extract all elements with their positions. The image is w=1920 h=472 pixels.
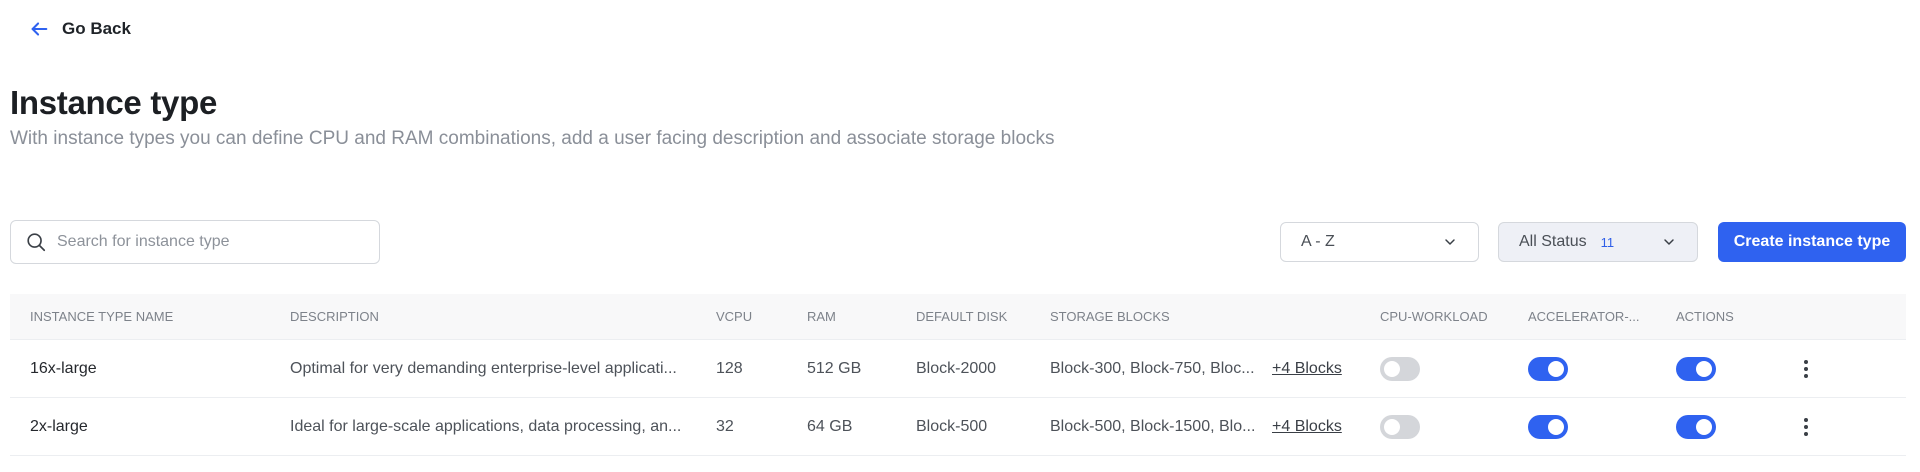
accelerator-cell [1528,357,1648,386]
search-icon [27,233,46,252]
toggle-knob [1384,361,1400,377]
instance-name: 16x-large [30,359,97,377]
column-header-default-disk[interactable]: DEFAULT DISK [916,309,1036,324]
cpu-workload-toggle[interactable] [1380,415,1420,439]
cpu-workload-cell [1380,357,1500,386]
table-row[interactable]: 2x-large Ideal for large-scale applicati… [10,398,1906,456]
toggle-knob [1548,419,1564,435]
instance-storage-blocks: Block-300, Block-750, Bloc... [1050,359,1255,377]
row-menu-cell [1796,357,1826,381]
instance-name: 2x-large [30,417,88,435]
column-header-description[interactable]: DESCRIPTION [290,309,690,324]
column-header-vcpu[interactable]: VCPU [716,309,796,324]
column-header-ram[interactable]: RAM [807,309,897,324]
kebab-menu-icon[interactable] [1796,357,1816,381]
instance-description: Optimal for very demanding enterprise-le… [290,359,677,377]
sort-select-value: A - Z [1301,233,1335,250]
more-blocks-link[interactable]: +4 Blocks [1272,418,1352,436]
go-back-button[interactable]: Go Back [28,18,131,40]
chevron-down-icon [1445,239,1455,245]
instance-type-table: INSTANCE TYPE NAME DESCRIPTION VCPU RAM … [10,294,1906,456]
instance-vcpu: 32 [716,417,734,435]
column-header-name[interactable]: INSTANCE TYPE NAME [30,309,270,324]
actions-cell [1676,415,1776,444]
toggle-knob [1384,419,1400,435]
column-header-accelerator[interactable]: ACCELERATOR-... [1528,309,1648,324]
instance-default-disk: Block-2000 [916,359,997,377]
column-header-storage-blocks[interactable]: STORAGE BLOCKS [1050,309,1262,324]
toggle-knob [1696,419,1712,435]
cpu-workload-cell [1380,415,1500,444]
instance-type-page: Go Back Instance type With instance type… [0,0,1920,472]
instance-storage-blocks: Block-500, Block-1500, Blo... [1050,417,1256,435]
enabled-toggle[interactable] [1676,415,1716,439]
column-header-actions: ACTIONS [1676,309,1734,324]
create-instance-type-button[interactable]: Create instance type [1718,222,1906,262]
kebab-menu-icon[interactable] [1796,415,1816,439]
table-row[interactable]: 16x-large Optimal for very demanding ent… [10,340,1906,398]
status-filter-value: All Status 11 [1519,233,1614,251]
instance-vcpu: 128 [716,359,743,377]
chevron-down-icon [1664,239,1674,245]
status-filter-select[interactable]: All Status 11 [1498,222,1698,262]
arrow-left-icon [31,22,48,36]
accelerator-toggle[interactable] [1528,357,1568,381]
page-subtitle: With instance types you can define CPU a… [10,128,1055,149]
instance-ram: 64 GB [807,417,853,435]
actions-cell [1676,357,1776,386]
instance-default-disk: Block-500 [916,417,988,435]
sort-select[interactable]: A - Z [1280,222,1479,262]
accelerator-cell [1528,415,1648,444]
status-count-badge: 11 [1600,234,1615,250]
cpu-workload-toggle[interactable] [1380,357,1420,381]
go-back-label: Go Back [62,19,131,38]
accelerator-toggle[interactable] [1528,415,1568,439]
instance-ram: 512 GB [807,359,862,377]
search-input[interactable] [57,233,365,251]
toggle-knob [1548,361,1564,377]
row-menu-cell [1796,415,1826,439]
page-title: Instance type [10,84,218,121]
instance-description: Ideal for large-scale applications, data… [290,417,682,435]
enabled-toggle[interactable] [1676,357,1716,381]
table-header: INSTANCE TYPE NAME DESCRIPTION VCPU RAM … [10,294,1906,340]
status-filter-label: All Status [1519,233,1587,250]
toggle-knob [1696,361,1712,377]
more-blocks-link[interactable]: +4 Blocks [1272,360,1352,378]
search-box [10,220,380,264]
column-header-cpu-workload[interactable]: CPU-WORKLOAD [1380,309,1500,324]
